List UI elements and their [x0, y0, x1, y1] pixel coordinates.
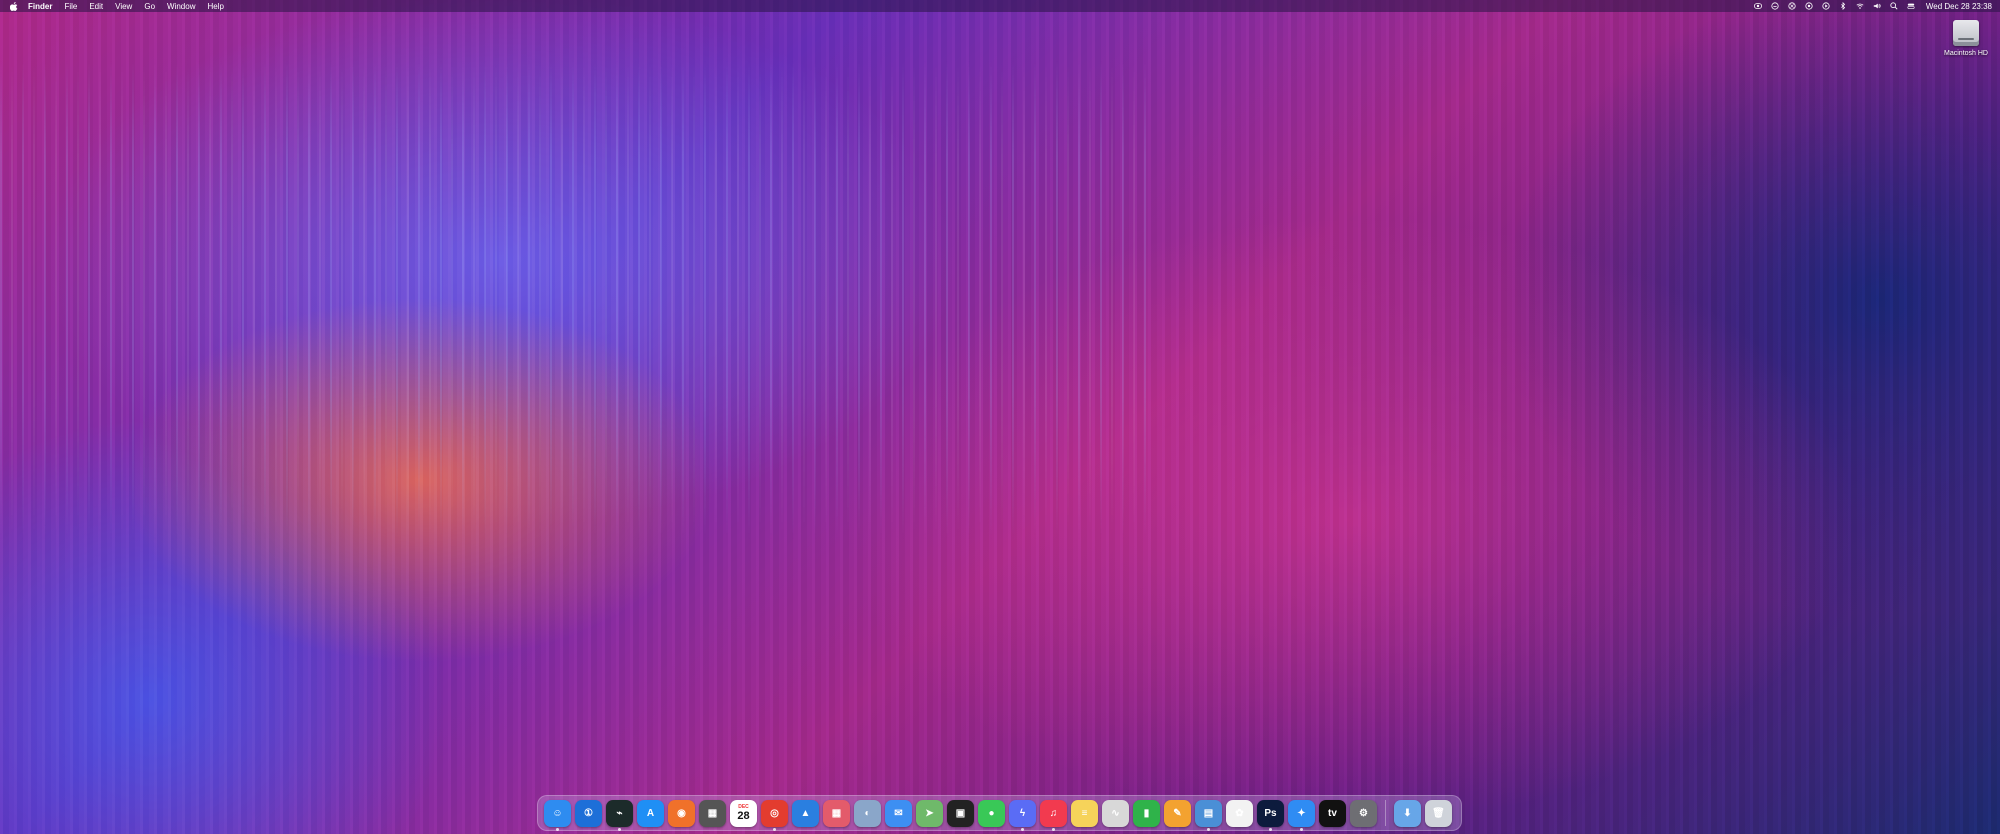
- dock-app-macos-installer[interactable]: ◐: [854, 799, 881, 827]
- dock-app-activity-monitor[interactable]: ⌁: [606, 799, 633, 831]
- volume-icon[interactable]: [1873, 2, 1881, 10]
- dock-separator: [1385, 800, 1386, 826]
- menu-file[interactable]: File: [64, 2, 77, 11]
- menu-go[interactable]: Go: [144, 2, 155, 11]
- finder-icon: ☺: [552, 807, 563, 819]
- menu-bar: Finder File Edit View Go Window Help Wed…: [0, 0, 2000, 12]
- wifi-icon[interactable]: [1856, 2, 1864, 10]
- numbers-icon: ▮: [1143, 807, 1150, 819]
- dock-app-mission-control[interactable]: ▣: [947, 799, 974, 827]
- dock-app-mail[interactable]: ✉: [885, 799, 912, 827]
- messenger-icon: ϟ: [1019, 807, 1026, 819]
- dock-app-app-store[interactable]: A: [637, 799, 664, 827]
- preview-icon: ▤: [1203, 807, 1214, 819]
- firefox-icon: ◉: [677, 807, 686, 819]
- messages-icon: ●: [988, 807, 995, 819]
- photoshop-icon: Ps: [1264, 807, 1277, 819]
- dock-app-1password[interactable]: ①: [575, 799, 602, 827]
- dock-app-system-settings[interactable]: ⚙: [1350, 799, 1377, 827]
- drive-label: Macintosh HD: [1944, 50, 1988, 57]
- running-indicator: [1021, 827, 1024, 831]
- menu-view[interactable]: View: [115, 2, 132, 11]
- bluetooth-icon[interactable]: [1839, 2, 1847, 10]
- dock-app-calendar[interactable]: DEC 28: [730, 799, 757, 827]
- running-indicator: [1207, 827, 1210, 831]
- safari-icon: ✦: [1297, 807, 1306, 819]
- dock-app-messages[interactable]: ●: [978, 799, 1005, 827]
- dock-app-apple-tv[interactable]: tv: [1319, 799, 1346, 827]
- downloads-folder-icon: ⬇: [1403, 807, 1412, 819]
- desktop-drive-macintosh-hd[interactable]: Macintosh HD: [1942, 20, 1990, 57]
- dock: ☺ ① ⌁ A ◉ ▦ DEC 28 ◎ ▲ ▦ ◐ ✉ ➤ ▣ ● ϟ ♫ ≡ ∿ ▮ ✎ ▤ ✿ Ps ✦ tv ⚙ ⬇ 🗑: [537, 795, 1462, 831]
- dock-app-music[interactable]: ♫: [1040, 799, 1067, 831]
- dock-app-calculator[interactable]: ▦: [699, 799, 726, 827]
- running-indicator: [773, 827, 776, 831]
- vpn-icon[interactable]: [1788, 2, 1796, 10]
- dock-app-launchpad[interactable]: ▦: [823, 799, 850, 827]
- dock-app-numbers[interactable]: ▮: [1133, 799, 1160, 827]
- macos-installer-icon: ◐: [864, 807, 871, 819]
- mission-control-icon: ▣: [955, 807, 966, 819]
- menu-edit[interactable]: Edit: [89, 2, 103, 11]
- mail-icon: ✉: [894, 807, 903, 819]
- running-indicator: [618, 827, 621, 831]
- music-icon: ♫: [1049, 807, 1058, 819]
- activity-monitor-icon: ⌁: [616, 807, 623, 819]
- play-icon[interactable]: [1822, 2, 1830, 10]
- dock-app-preview[interactable]: ▤: [1195, 799, 1222, 831]
- running-indicator: [556, 827, 559, 831]
- 1password-icon: ①: [584, 807, 593, 819]
- dock-app-finder[interactable]: ☺: [544, 799, 571, 831]
- menu-clock[interactable]: Wed Dec 28 23:38: [1926, 2, 1992, 11]
- photos-icon: ✿: [1235, 807, 1244, 819]
- screen-share-icon[interactable]: [1753, 2, 1762, 10]
- trash-icon: 🗑: [1432, 807, 1445, 819]
- apple-icon[interactable]: [10, 1, 18, 11]
- search-icon[interactable]: [1890, 2, 1898, 10]
- status-area: Wed Dec 28 23:38: [1753, 0, 1992, 12]
- dock-app-keynote[interactable]: ▲: [792, 799, 819, 827]
- dock-app-firefox[interactable]: ◉: [668, 799, 695, 827]
- maps-icon: ➤: [925, 807, 934, 819]
- pages-icon: ✎: [1173, 807, 1182, 819]
- menu-app-name[interactable]: Finder: [28, 2, 52, 11]
- running-indicator: [1052, 827, 1055, 831]
- hard-drive-icon: [1953, 20, 1979, 46]
- menu-window[interactable]: Window: [167, 2, 195, 11]
- system-settings-icon: ⚙: [1359, 807, 1368, 819]
- launchpad-icon: ▦: [831, 807, 842, 819]
- dock-app-photoshop[interactable]: Ps: [1257, 799, 1284, 831]
- calculator-icon: ▦: [707, 807, 718, 819]
- activity-graph-icon: ∿: [1111, 807, 1120, 819]
- focus-icon[interactable]: [1805, 2, 1813, 10]
- keynote-icon: ▲: [800, 807, 811, 819]
- app-store-icon: A: [646, 807, 655, 819]
- dock-app-notes[interactable]: ≡: [1071, 799, 1098, 827]
- dock-app-pages[interactable]: ✎: [1164, 799, 1191, 827]
- control-center-icon[interactable]: [1907, 2, 1915, 10]
- wallpaper-highlight: [0, 60, 1150, 540]
- dock-trash[interactable]: 🗑: [1425, 799, 1452, 827]
- dock-app-photos[interactable]: ✿: [1226, 799, 1253, 827]
- running-indicator: [1300, 827, 1303, 831]
- dock-app-messenger[interactable]: ϟ: [1009, 799, 1036, 831]
- dock-app-activity-graph[interactable]: ∿: [1102, 799, 1129, 827]
- dock-app-chrome[interactable]: ◎: [761, 799, 788, 831]
- dock-app-maps[interactable]: ➤: [916, 799, 943, 827]
- running-indicator: [1269, 827, 1272, 831]
- dock-downloads-folder[interactable]: ⬇: [1394, 799, 1421, 827]
- notes-icon: ≡: [1081, 807, 1088, 819]
- dock-app-safari[interactable]: ✦: [1288, 799, 1315, 831]
- menu-help[interactable]: Help: [207, 2, 223, 11]
- apple-tv-icon: tv: [1328, 807, 1337, 819]
- creative-cloud-icon[interactable]: [1771, 2, 1779, 10]
- chrome-icon: ◎: [770, 807, 779, 819]
- calendar-icon: 28: [737, 810, 750, 822]
